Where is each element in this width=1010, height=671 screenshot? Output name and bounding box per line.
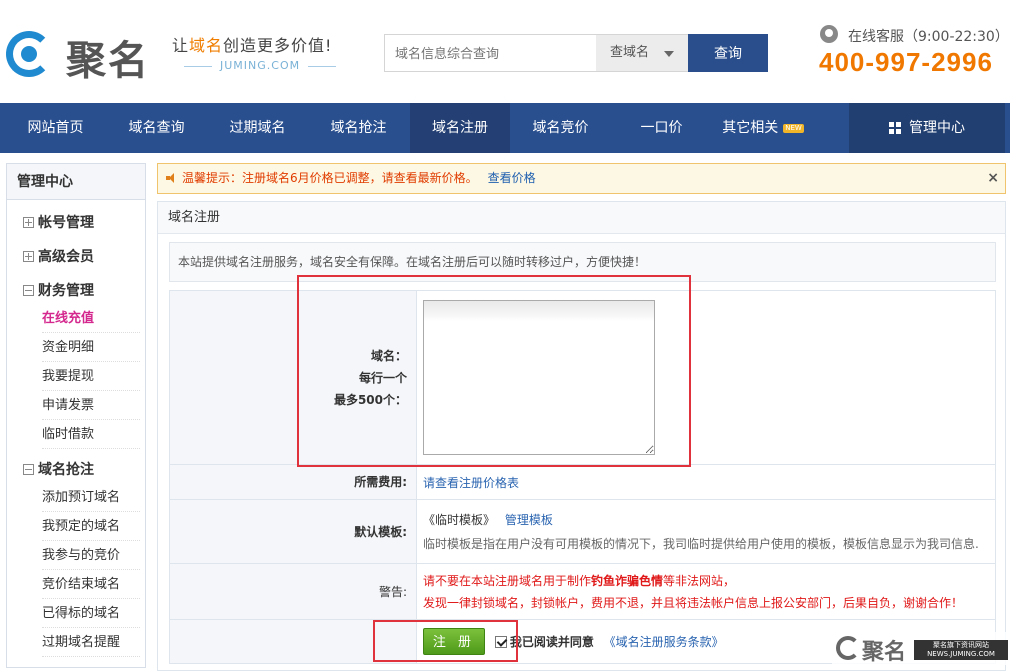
watermark-tag: 聚名旗下资讯网站 NEWS.JUMING.COM bbox=[914, 640, 1008, 660]
logo-icon bbox=[6, 31, 52, 77]
nav-domain-query[interactable]: 域名查询 bbox=[109, 103, 204, 153]
sidebar-title: 管理中心 bbox=[7, 164, 145, 200]
sidebar-group-label: 财务管理 bbox=[38, 283, 94, 299]
slogan-suffix: 创造更多价值! bbox=[223, 36, 333, 55]
watermark-tag-line: 聚名旗下资讯网站 bbox=[933, 641, 989, 649]
sidebar-item-withdraw[interactable]: 我要提现 bbox=[42, 362, 140, 391]
nav-domain-snipe[interactable]: 域名抢注 bbox=[311, 103, 406, 153]
search-button[interactable]: 查询 bbox=[688, 34, 768, 72]
manage-template-link[interactable]: 管理模板 bbox=[505, 513, 553, 527]
nav-expired-domains[interactable]: 过期域名 bbox=[210, 103, 305, 153]
price-table-link[interactable]: 请查看注册价格表 bbox=[423, 476, 519, 490]
sidebar-item-add-reservation[interactable]: 添加预订域名 bbox=[42, 483, 140, 512]
main-nav: 网站首页 域名查询 过期域名 域名抢注 域名注册 域名竞价 一口价 其它相关 NE… bbox=[0, 103, 1010, 153]
sidebar-item-my-reservations[interactable]: 我预定的域名 bbox=[42, 512, 140, 541]
warning-text: 等非法网站， bbox=[663, 573, 736, 588]
domain-label-line: 域名： bbox=[370, 348, 407, 363]
search-bar: 查域名 查询 bbox=[384, 34, 768, 72]
sidebar-group-snipe[interactable]: 域名抢注 bbox=[23, 459, 94, 479]
register-button[interactable]: 注 册 bbox=[423, 628, 485, 655]
notice-bar: 温馨提示：注册域名6月价格已调整，请查看最新价格。 查看价格 × bbox=[157, 163, 1006, 194]
nav-admin-center[interactable]: 管理中心 bbox=[849, 103, 1005, 153]
form-row-template: 默认模板: 《临时模板》 管理模板 临时模板是指在用户没有可用模板的情况下，我司… bbox=[169, 499, 996, 564]
speaker-icon bbox=[166, 173, 176, 183]
site-logo[interactable]: 聚名 bbox=[6, 28, 166, 84]
nav-admin-label: 管理中心 bbox=[909, 120, 965, 136]
expand-icon bbox=[23, 251, 34, 262]
domain-label-line: 每行一个 bbox=[358, 370, 407, 385]
sidebar-item-my-bids[interactable]: 我参与的竞价 bbox=[42, 541, 140, 570]
sidebar-group-label: 域名抢注 bbox=[38, 462, 94, 478]
current-template: 《临时模板》 bbox=[423, 513, 496, 527]
form-row-fee: 所需费用: 请查看注册价格表 bbox=[169, 464, 996, 500]
site-domain: JUMING.COM bbox=[220, 59, 301, 72]
nav-fixed-price[interactable]: 一口价 bbox=[614, 103, 709, 153]
sidebar-group-account[interactable]: 帐号管理 bbox=[23, 212, 94, 232]
watermark-tag-line: NEWS.JUMING.COM bbox=[927, 650, 995, 658]
sidebar-item-expiry-reminder[interactable]: 过期域名提醒 bbox=[42, 628, 140, 657]
sidebar-group-label: 高级会员 bbox=[38, 249, 94, 265]
warning-bold: 钓鱼诈骗色情 bbox=[591, 573, 664, 588]
customer-service-icon bbox=[820, 25, 838, 43]
nav-other[interactable]: 其它相关 NEW bbox=[713, 103, 813, 153]
nav-home[interactable]: 网站首页 bbox=[8, 103, 103, 153]
domain-textarea[interactable] bbox=[423, 300, 655, 455]
warning-line-2: 发现一律封锁域名，封锁帐户，费用不退，并且将违法帐户信息上报公安部门，后果自负，… bbox=[423, 595, 964, 610]
panel-title: 域名注册 bbox=[158, 202, 1005, 234]
nav-domain-register[interactable]: 域名注册 bbox=[410, 103, 510, 153]
site-header: 聚名 让域名创造更多价值! JUMING.COM 查域名 查询 在线客服（9:0… bbox=[0, 0, 1010, 103]
sidebar-group-vip[interactable]: 高级会员 bbox=[23, 246, 94, 266]
sidebar-group-finance[interactable]: 财务管理 bbox=[23, 280, 94, 300]
expand-icon bbox=[23, 217, 34, 228]
template-note: 临时模板是指在用户没有可用模板的情况下，我司临时提供给用户使用的模板，模板信息显… bbox=[423, 537, 979, 551]
agree-checkbox[interactable] bbox=[494, 635, 507, 648]
terms-link[interactable]: 《域名注册服务条款》 bbox=[604, 635, 724, 649]
nav-domain-auction[interactable]: 域名竞价 bbox=[513, 103, 608, 153]
sidebar-item-fund-detail[interactable]: 资金明细 bbox=[42, 333, 140, 362]
sidebar-item-recharge[interactable]: 在线充值 bbox=[42, 304, 140, 333]
collapse-icon bbox=[23, 464, 34, 475]
search-input[interactable] bbox=[384, 34, 596, 72]
slogan: 让域名创造更多价值! bbox=[172, 32, 332, 56]
register-panel: 域名注册 本站提供域名注册服务，域名安全有保障。在域名注册后可以随时转移过户，方… bbox=[157, 201, 1006, 671]
slogan-highlight: 域名 bbox=[189, 36, 224, 55]
slogan-site: JUMING.COM bbox=[176, 59, 344, 72]
sidebar: 管理中心 帐号管理 高级会员 财务管理 在线充值 资金明细 我要提现 申请发票 … bbox=[6, 163, 146, 668]
template-label: 默认模板: bbox=[169, 499, 417, 564]
domain-label-line: 最多500个： bbox=[333, 392, 407, 407]
form-row-warning: 警告: 请不要在本站注册域名用于制作钓鱼诈骗色情等非法网站， 发现一律封锁域名，… bbox=[169, 563, 996, 620]
grid-icon bbox=[889, 122, 902, 135]
search-type-select[interactable]: 查域名 bbox=[596, 34, 688, 72]
nav-other-label: 其它相关 bbox=[722, 120, 779, 136]
slogan-prefix: 让 bbox=[172, 36, 190, 55]
hotline-number: 400-997-2996 bbox=[819, 47, 993, 77]
form-row-domain: 域名： 每行一个 最多500个： bbox=[169, 290, 996, 465]
notice-text: 温馨提示：注册域名6月价格已调整，请查看最新价格。 bbox=[182, 171, 478, 185]
customer-service-link[interactable]: 在线客服（9:00-22:30） bbox=[848, 26, 1009, 46]
logo-text: 聚名 bbox=[66, 37, 150, 84]
fee-label: 所需费用: bbox=[169, 464, 417, 500]
warning-label: 警告: bbox=[169, 563, 417, 620]
sidebar-item-invoice[interactable]: 申请发票 bbox=[42, 391, 140, 420]
close-icon[interactable]: × bbox=[987, 164, 999, 193]
warning-line-1: 请不要在本站注册域名用于制作钓鱼诈骗色情等非法网站， bbox=[423, 570, 995, 592]
watermark-logo-icon bbox=[836, 636, 860, 660]
view-price-link[interactable]: 查看价格 bbox=[488, 171, 536, 185]
intro-text: 本站提供域名注册服务，域名安全有保障。在域名注册后可以随时转移过户，方便快捷！ bbox=[169, 242, 996, 282]
sidebar-item-won-domains[interactable]: 已得标的域名 bbox=[42, 599, 140, 628]
register-form: 域名： 每行一个 最多500个： 所需费用: 请查看注册价格表 默认模板: 《临… bbox=[169, 290, 996, 664]
sidebar-item-ended-auctions[interactable]: 竞价结束域名 bbox=[42, 570, 140, 599]
new-badge: NEW bbox=[783, 124, 804, 133]
agree-text: 我已阅读并同意 bbox=[509, 635, 594, 649]
domain-label: 域名： 每行一个 最多500个： bbox=[169, 290, 417, 465]
sidebar-group-label: 帐号管理 bbox=[38, 215, 94, 231]
collapse-icon bbox=[23, 285, 34, 296]
watermark: 聚名 聚名旗下资讯网站 NEWS.JUMING.COM bbox=[832, 632, 1010, 665]
sidebar-item-loan[interactable]: 临时借款 bbox=[42, 420, 140, 449]
warning-text: 请不要在本站注册域名用于制作 bbox=[423, 573, 592, 588]
watermark-name: 聚名 bbox=[862, 639, 907, 665]
